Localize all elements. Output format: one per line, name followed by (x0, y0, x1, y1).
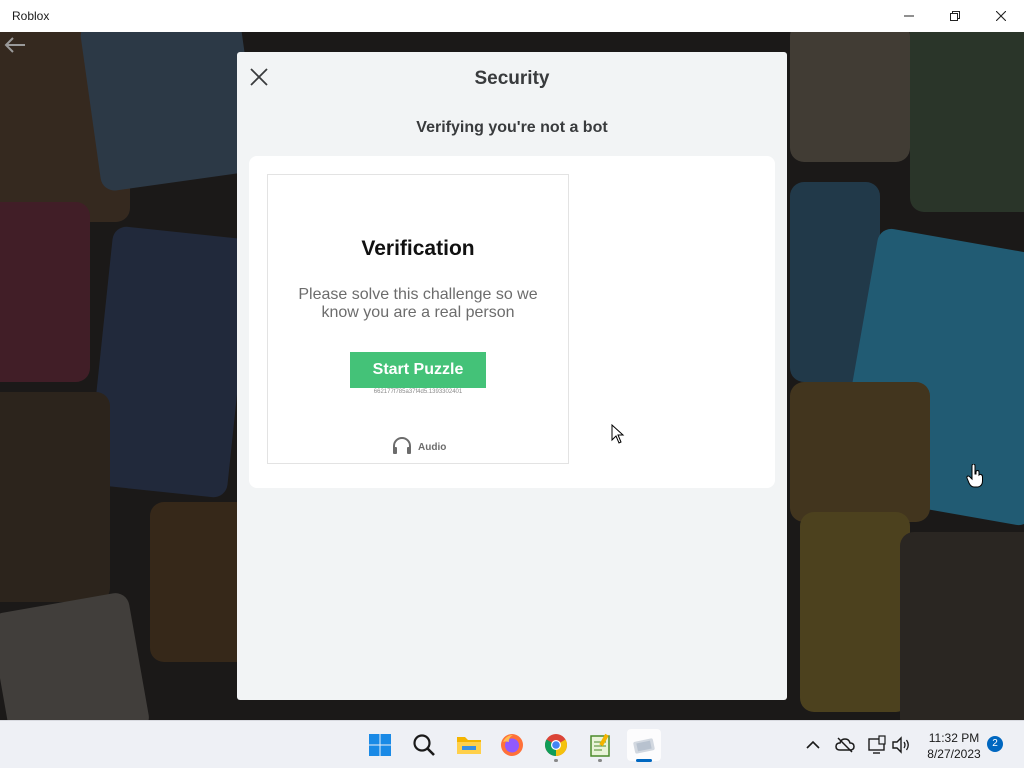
hand-cursor-icon (966, 464, 983, 488)
start-button[interactable] (363, 729, 397, 761)
taskbar-notepad[interactable] (583, 729, 617, 762)
active-indicator (636, 759, 652, 762)
notepad-icon (590, 733, 610, 757)
headphones-icon (393, 437, 411, 454)
taskbar-chrome[interactable] (539, 729, 573, 762)
dialog-title: Security (474, 68, 550, 89)
taskbar-file-explorer[interactable] (451, 729, 485, 761)
start-puzzle-button[interactable]: Start Puzzle (350, 352, 486, 388)
minimize-button[interactable] (886, 0, 932, 32)
roblox-icon (633, 738, 655, 754)
chevron-up-icon[interactable] (803, 735, 823, 755)
captcha-card: Verification Please solve this challenge… (267, 174, 569, 464)
close-icon (996, 11, 1006, 21)
windows-logo-icon (369, 734, 391, 756)
mouse-pointer-icon (611, 424, 625, 444)
folder-icon (457, 737, 481, 754)
taskbar: 11:32 PM 8/27/2023 (0, 720, 1024, 768)
captcha-instructions: Please solve this challenge so we know y… (298, 286, 538, 321)
restore-icon (950, 11, 960, 21)
firefox-icon (501, 734, 523, 756)
captcha-heading: Verification (361, 237, 475, 260)
taskbar-search-button[interactable] (407, 729, 441, 761)
running-indicator (554, 759, 558, 762)
notification-badge[interactable]: 2 (987, 736, 1003, 752)
restore-button[interactable] (932, 0, 978, 32)
onedrive-offline-icon[interactable] (835, 735, 855, 755)
taskbar-clock[interactable]: 11:32 PM 8/27/2023 (918, 730, 990, 762)
search-icon (413, 734, 435, 756)
clock-date: 8/27/2023 (927, 747, 981, 761)
clock-time: 11:32 PM (928, 731, 980, 745)
close-window-button[interactable] (978, 0, 1024, 32)
window-title: Roblox (12, 9, 50, 23)
session-id: 662177f785a37f4d5.1393302401 (373, 389, 463, 395)
audio-challenge-button[interactable]: Audio (390, 437, 450, 457)
security-dialog: Security Verifying you're not a bot Veri… (237, 52, 787, 700)
volume-icon[interactable] (891, 735, 911, 755)
minimize-icon (904, 15, 914, 17)
dialog-subtitle: Verifying you're not a bot (416, 119, 608, 136)
audio-label: Audio (418, 442, 447, 453)
network-icon[interactable] (867, 735, 887, 755)
running-indicator (598, 759, 602, 762)
taskbar-roblox[interactable] (627, 729, 661, 762)
window-title-bar: Roblox (0, 0, 1024, 32)
back-arrow-icon[interactable] (4, 36, 26, 54)
challenge-panel: Verification Please solve this challenge… (249, 156, 775, 488)
chrome-icon (545, 734, 567, 756)
taskbar-firefox[interactable] (495, 729, 529, 761)
